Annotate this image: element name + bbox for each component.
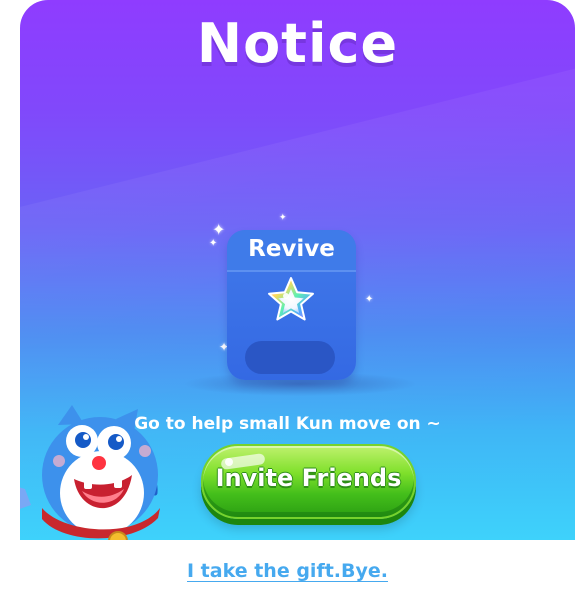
sparkle-icon: ✦ bbox=[212, 220, 226, 239]
rainbow-star-icon bbox=[268, 277, 314, 321]
reward-card-label: Revive bbox=[248, 236, 335, 262]
dialog-title: Notice bbox=[196, 12, 399, 75]
sparkle-icon: ✦ bbox=[365, 294, 374, 305]
dialog-subtitle: Go to help small Kun move on ~ bbox=[134, 414, 441, 434]
reward-count-pill bbox=[245, 341, 335, 374]
sparkle-icon: ✦ bbox=[209, 238, 218, 249]
reward-card-divider bbox=[227, 270, 356, 272]
invite-friends-label: Invite Friends bbox=[215, 464, 402, 492]
invite-friends-button[interactable]: Invite Friends bbox=[201, 444, 416, 519]
notice-dialog: Notice ✦ ✦ ✦ ✦ ✦ Revive Invite Friends bbox=[20, 0, 575, 540]
game-page: Notice ✦ ✦ ✦ ✦ ✦ Revive Invite Friends G… bbox=[0, 0, 575, 600]
take-gift-link[interactable]: I take the gift.Bye. bbox=[0, 560, 575, 582]
reward-card-header: Revive bbox=[227, 230, 356, 270]
sparkle-icon: ✦ bbox=[279, 213, 287, 223]
reward-card: Revive bbox=[227, 230, 356, 380]
